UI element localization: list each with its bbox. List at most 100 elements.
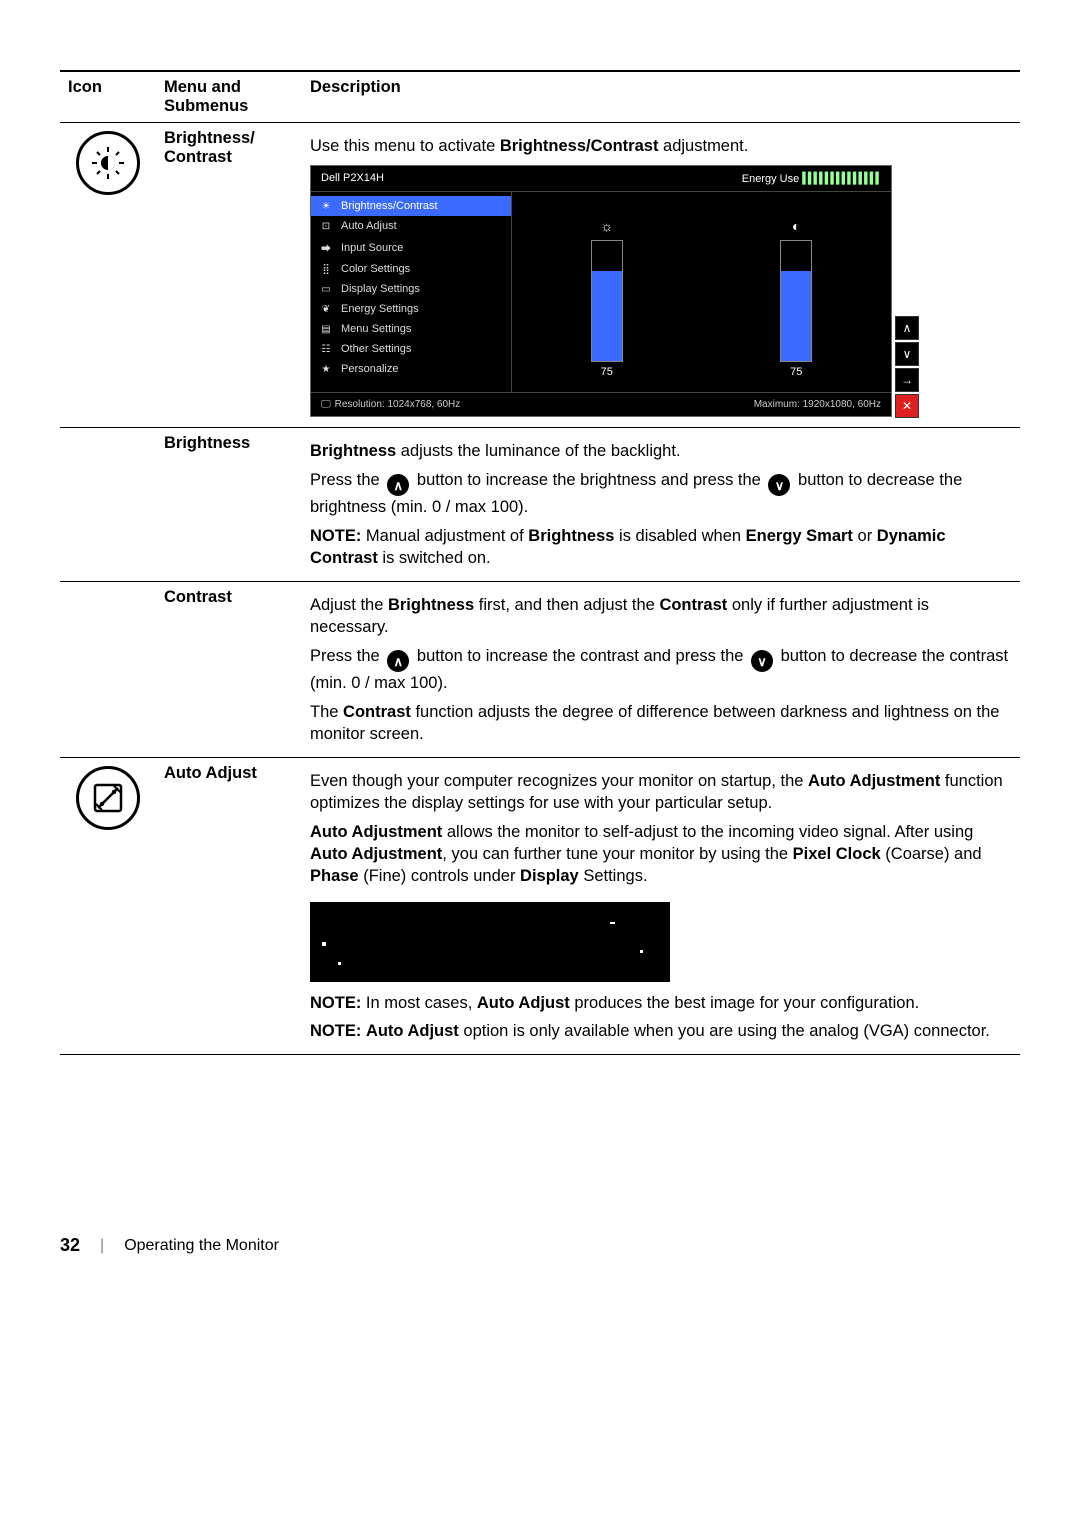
autoadj-preview bbox=[310, 902, 670, 982]
sliders-icon: ☷ bbox=[319, 344, 333, 355]
text-bold: Auto Adjustment bbox=[310, 823, 442, 841]
text: Use this menu to activate bbox=[310, 137, 500, 155]
brightness-line1: Brightness adjusts the luminance of the … bbox=[310, 440, 1012, 462]
text: Settings. bbox=[579, 867, 648, 885]
osd-item-display[interactable]: ▭ Display Settings bbox=[311, 279, 511, 299]
menu-brightness-contrast: Brightness/ Contrast bbox=[156, 123, 302, 428]
contrast-line1: Adjust the Brightness first, and then ad… bbox=[310, 594, 1012, 639]
text: In most cases, bbox=[361, 994, 477, 1012]
text-bold: Auto Adjust bbox=[366, 1022, 459, 1040]
text: Even though your computer recognizes you… bbox=[310, 772, 808, 790]
brightness-value: 75 bbox=[601, 366, 613, 378]
contrast-line3: The Contrast function adjusts the degree… bbox=[310, 701, 1012, 746]
label: Auto Adjust bbox=[341, 220, 397, 232]
text-bold: Energy Smart bbox=[746, 527, 853, 545]
text: option is only available when you are us… bbox=[459, 1022, 990, 1040]
osd-item-other[interactable]: ☷Other Settings bbox=[311, 339, 511, 359]
label: Personalize bbox=[341, 363, 398, 375]
text-bold: Contrast bbox=[659, 596, 727, 614]
auto-adjust-icon bbox=[76, 766, 140, 830]
text-bold: Auto Adjust bbox=[477, 994, 570, 1012]
osd-item-color[interactable]: ⣿Color Settings bbox=[311, 259, 511, 279]
label: Menu Settings bbox=[341, 323, 411, 335]
text: allows the monitor to self-adjust to the… bbox=[442, 823, 973, 841]
menu-icon: ▤ bbox=[319, 324, 333, 335]
label: Color Settings bbox=[341, 263, 410, 275]
chevron-up-icon: ∧ bbox=[387, 650, 409, 672]
page-footer: 32 | Operating the Monitor bbox=[60, 1235, 1020, 1256]
text: Resolution: 1024x768, 60Hz bbox=[335, 399, 461, 410]
osd-brightness-slider[interactable]: ☼ 75 bbox=[591, 218, 623, 378]
text: , you can further tune your monitor by u… bbox=[442, 845, 792, 863]
text: function adjusts the degree of differenc… bbox=[310, 703, 999, 743]
text: button to increase the contrast and pres… bbox=[417, 647, 748, 665]
osd-resolution: 🖵 Resolution: 1024x768, 60Hz bbox=[321, 399, 460, 410]
text: Adjust the bbox=[310, 596, 388, 614]
row-contrast: Contrast Adjust the Brightness first, an… bbox=[60, 582, 1020, 758]
nav-down-button[interactable]: ∨ bbox=[895, 342, 919, 366]
autoadj-note2: NOTE: Auto Adjust option is only availab… bbox=[310, 1020, 1012, 1042]
monitor-icon: 🖵 bbox=[321, 399, 331, 410]
nav-close-button[interactable]: ✕ bbox=[895, 394, 919, 418]
display-icon: ▭ bbox=[319, 284, 333, 295]
chevron-down-icon: ∨ bbox=[751, 650, 773, 672]
osd-item-brightness[interactable]: ☀ Brightness/Contrast bbox=[311, 196, 511, 216]
brightness-icon bbox=[76, 131, 140, 195]
autoadj-note1: NOTE: In most cases, Auto Adjust produce… bbox=[310, 992, 1012, 1014]
osd-item-energy[interactable]: ❦ Energy Settings bbox=[311, 299, 511, 319]
autoadj-p2: Auto Adjustment allows the monitor to se… bbox=[310, 821, 1012, 888]
input-icon: ⮕ bbox=[319, 240, 333, 255]
note-label: NOTE: bbox=[310, 1022, 361, 1040]
contrast-value: 75 bbox=[790, 366, 802, 378]
text: button to increase the brightness and pr… bbox=[417, 471, 766, 489]
text: Energy Use bbox=[742, 173, 799, 185]
label: Brightness/Contrast bbox=[341, 200, 438, 212]
menu-contrast: Contrast bbox=[156, 582, 302, 758]
text-bold: Brightness bbox=[310, 442, 396, 460]
osd-menu-table: Icon Menu and Submenus Description bbox=[60, 70, 1020, 1055]
osd-energy: Energy Use ▌▌▌▌▌▌▌▌▌▌▌▌▌▌ bbox=[742, 172, 881, 185]
text-bold: Phase bbox=[310, 867, 359, 885]
bc-intro: Use this menu to activate Brightness/Con… bbox=[310, 135, 1012, 157]
text: or bbox=[853, 527, 877, 545]
chevron-up-icon: ∧ bbox=[387, 474, 409, 496]
contrast-circle-icon: ◐ bbox=[792, 218, 800, 234]
brightness-line2: Press the ∧ button to increase the brigh… bbox=[310, 469, 1012, 519]
text-bold: Brightness bbox=[388, 596, 474, 614]
autoadj-p1: Even though your computer recognizes you… bbox=[310, 770, 1012, 815]
osd-model: Dell P2X14H bbox=[321, 172, 384, 185]
col-menu: Menu and Submenus bbox=[156, 71, 302, 123]
osd-screenshot: Dell P2X14H Energy Use ▌▌▌▌▌▌▌▌▌▌▌▌▌▌ ☀ B… bbox=[310, 165, 892, 417]
star-icon: ★ bbox=[319, 364, 333, 375]
text: adjustment. bbox=[658, 137, 748, 155]
label: Energy Settings bbox=[341, 303, 419, 315]
text-bold: Contrast bbox=[343, 703, 411, 721]
nav-right-button[interactable]: → bbox=[895, 368, 919, 392]
text: Manual adjustment of bbox=[361, 527, 528, 545]
osd-contrast-slider[interactable]: ◐ 75 bbox=[780, 218, 812, 378]
osd-menu-list: ☀ Brightness/Contrast ⊡Auto Adjust ⮕ Input… bbox=[311, 192, 512, 392]
chevron-down-icon: ∨ bbox=[768, 474, 790, 496]
text-bold: Auto Adjustment bbox=[808, 772, 940, 790]
nav-up-button[interactable]: ∧ bbox=[895, 316, 919, 340]
label: Display Settings bbox=[341, 283, 420, 295]
osd-item-menu[interactable]: ▤ Menu Settings bbox=[311, 319, 511, 339]
brightness-note: NOTE: Manual adjustment of Brightness is… bbox=[310, 525, 1012, 570]
osd-item-input[interactable]: ⮕ Input Source bbox=[311, 236, 511, 259]
col-description: Description bbox=[302, 71, 1020, 123]
label: Input Source bbox=[341, 242, 403, 254]
leaf-icon: ❦ bbox=[319, 304, 333, 315]
text-bold: Brightness/Contrast bbox=[500, 137, 659, 155]
osd-item-autoadjust[interactable]: ⊡Auto Adjust bbox=[311, 216, 511, 236]
osd-side-buttons: ∧ ∨ → ✕ bbox=[895, 316, 919, 418]
osd-item-personalize[interactable]: ★ Personalize bbox=[311, 359, 511, 379]
sun-icon: ☀ bbox=[319, 201, 333, 212]
note-label: NOTE: bbox=[310, 994, 361, 1012]
osd-maximum: Maximum: 1920x1080, 60Hz bbox=[754, 399, 881, 410]
footer-section: Operating the Monitor bbox=[124, 1237, 279, 1255]
contrast-line2: Press the ∧ button to increase the contr… bbox=[310, 645, 1012, 695]
text-bold: Pixel Clock bbox=[793, 845, 881, 863]
text-bold: Brightness bbox=[528, 527, 614, 545]
text: Press the bbox=[310, 647, 384, 665]
text-bold: Display bbox=[520, 867, 579, 885]
